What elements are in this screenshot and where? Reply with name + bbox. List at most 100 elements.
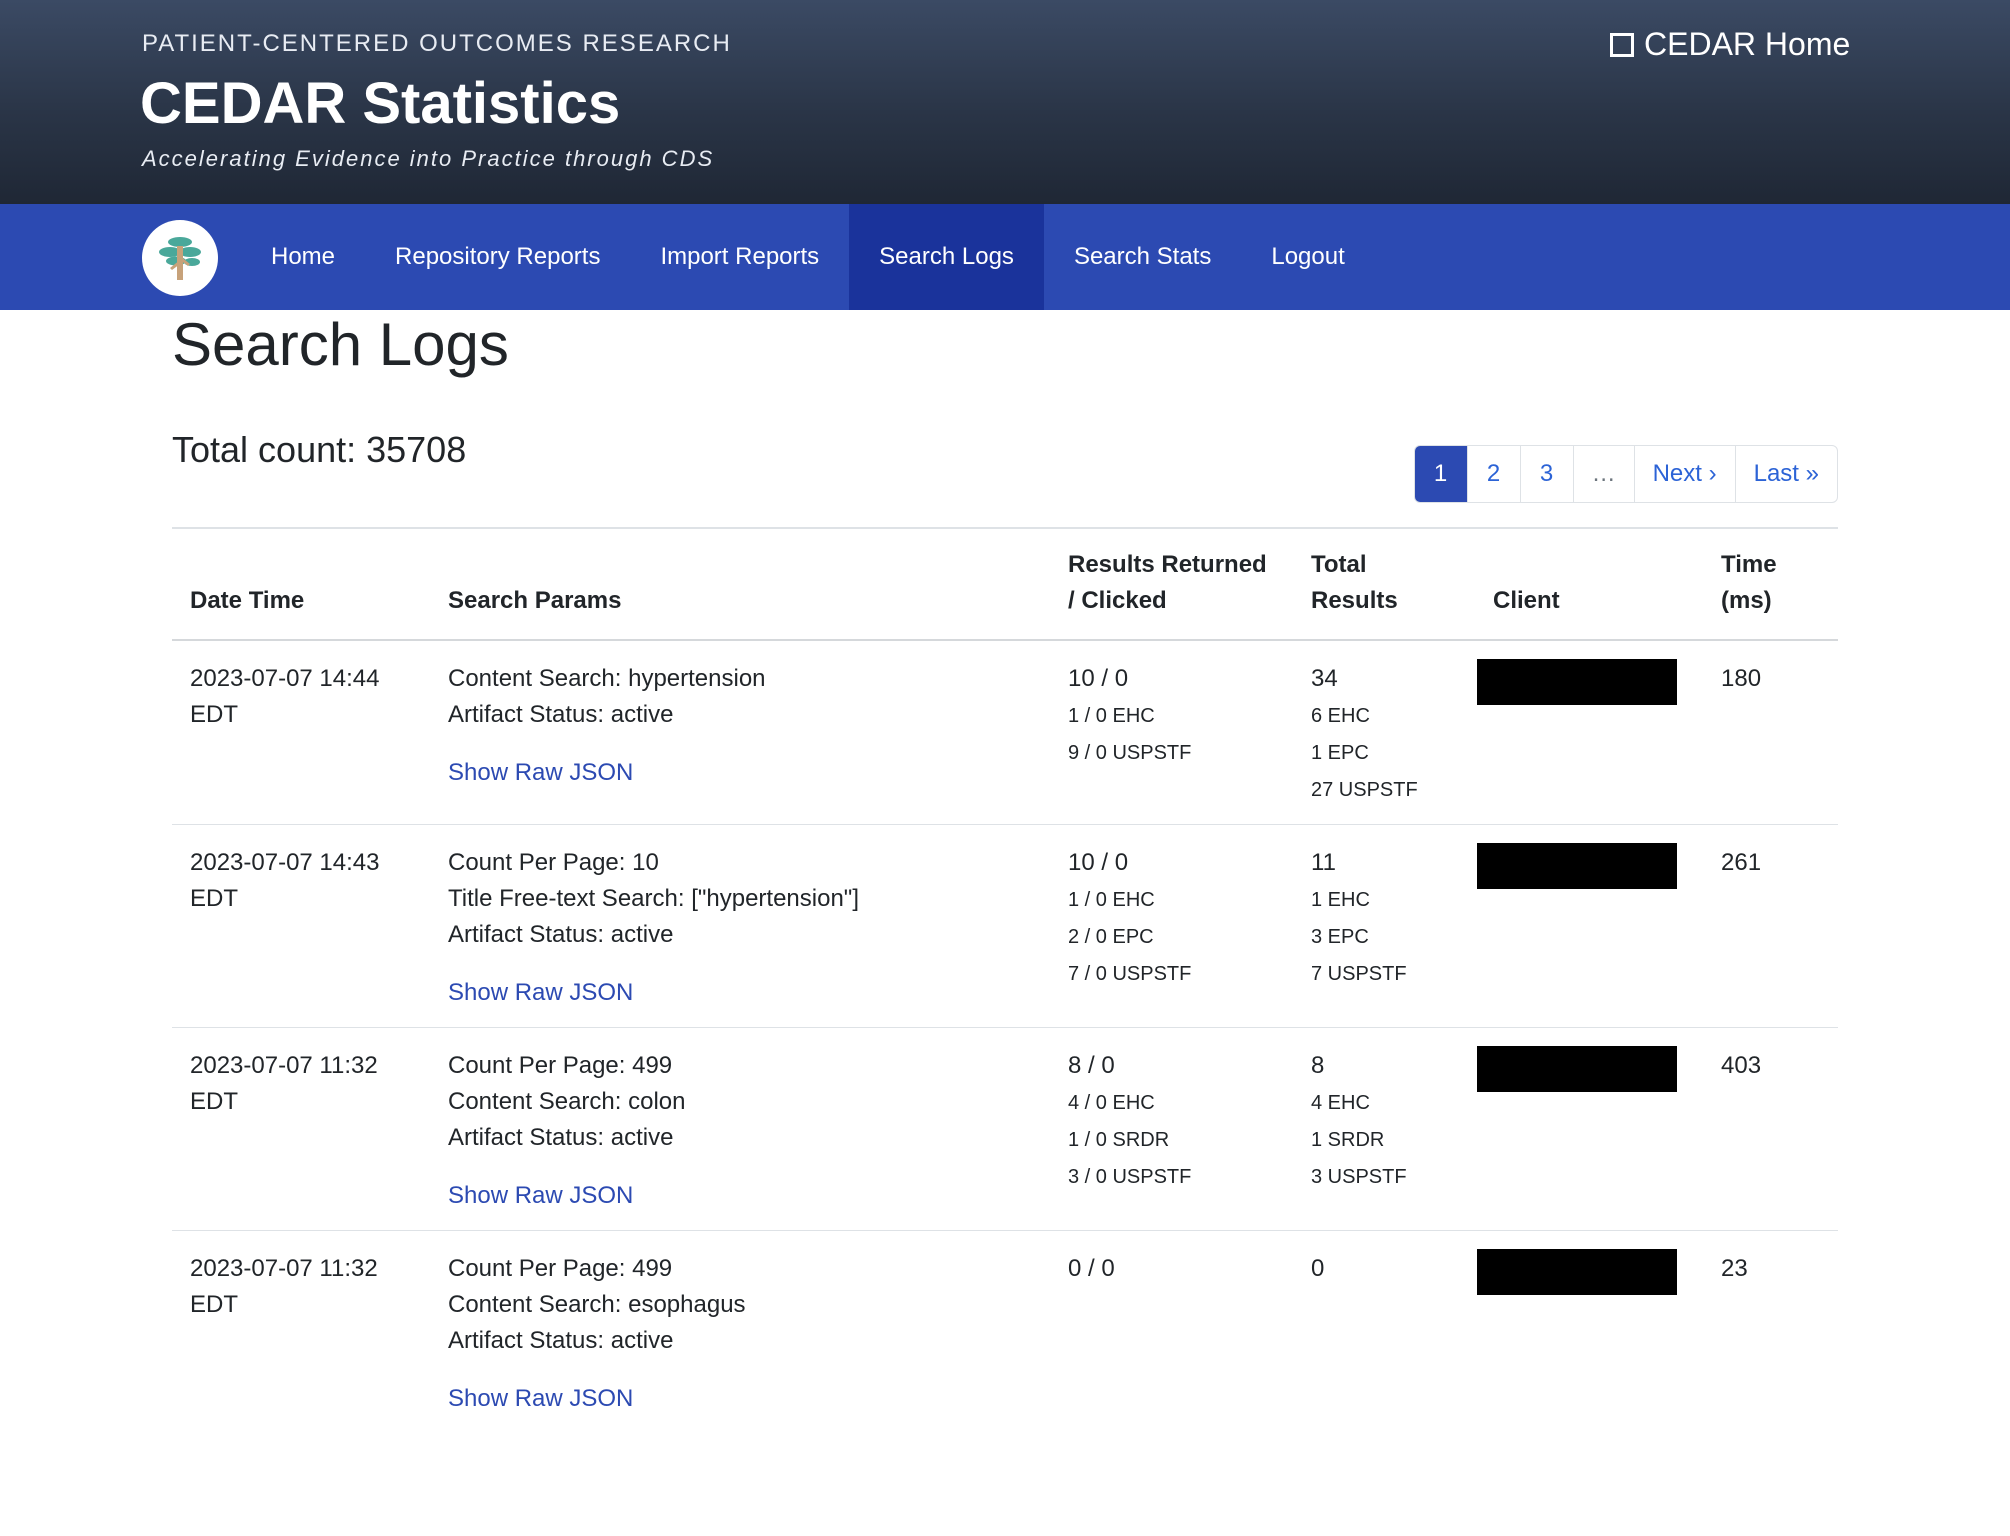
param-line: Artifact Status: active — [448, 1124, 674, 1151]
site-title: CEDAR Statistics — [140, 71, 621, 136]
redacted-client — [1477, 1046, 1677, 1092]
redacted-client — [1477, 659, 1677, 705]
param-line: Content Search: colon — [448, 1088, 686, 1115]
total-breakdown: 1 EPC — [1311, 742, 1369, 764]
cell-total-results: 11 1 EHC 3 EPC 7 USPSTF — [1293, 824, 1475, 1028]
row-timezone: EDT — [190, 701, 238, 728]
returned-breakdown: 7 / 0 USPSTF — [1068, 963, 1192, 985]
cell-date-time: 2023-07-07 11:32 EDT — [172, 1027, 430, 1231]
cell-client — [1475, 1231, 1703, 1434]
param-line: Artifact Status: active — [448, 921, 674, 948]
cell-search-params: Content Search: hypertension Artifact St… — [430, 640, 1050, 825]
cell-total-results: 34 6 EHC 1 EPC 27 USPSTF — [1293, 640, 1475, 825]
cell-client — [1475, 824, 1703, 1028]
param-line: Count Per Page: 499 — [448, 1052, 673, 1079]
cell-time: 23 — [1721, 1255, 1748, 1282]
total-results-value: 11 — [1311, 849, 1336, 876]
returned-breakdown: 4 / 0 EHC — [1068, 1092, 1155, 1114]
param-line: Artifact Status: active — [448, 701, 674, 728]
page-ellipsis: … — [1572, 446, 1634, 502]
header-time-line2: (ms) — [1721, 587, 1772, 614]
total-results-value: 8 — [1311, 1052, 1325, 1079]
nav-repository-reports[interactable]: Repository Reports — [365, 204, 630, 310]
returned-breakdown: 9 / 0 USPSTF — [1068, 742, 1192, 764]
header-total-line2: Results — [1311, 587, 1398, 614]
redacted-client — [1477, 1249, 1677, 1295]
param-line: Content Search: hypertension — [448, 665, 766, 692]
row-date: 2023-07-07 14:44 — [190, 665, 380, 692]
site-tagline: Accelerating Evidence into Practice thro… — [142, 146, 715, 171]
show-raw-json-link[interactable]: Show Raw JSON — [448, 975, 633, 1011]
results-returned-value: 10 / 0 — [1068, 849, 1129, 876]
cedar-tree-logo-icon[interactable] — [142, 220, 218, 296]
cell-search-params: Count Per Page: 499 Content Search: colo… — [430, 1027, 1050, 1231]
param-line: Content Search: esophagus — [448, 1291, 746, 1318]
total-breakdown: 6 EHC — [1311, 705, 1370, 727]
returned-breakdown: 1 / 0 EHC — [1068, 889, 1155, 911]
row-timezone: EDT — [190, 1088, 238, 1115]
nav-logout[interactable]: Logout — [1241, 204, 1374, 310]
header-time: Time (ms) — [1703, 527, 1838, 641]
page-2-button[interactable]: 2 — [1466, 446, 1520, 502]
table-row: 2023-07-07 14:43 EDT Count Per Page: 10 … — [172, 824, 1838, 1028]
cell-time: 180 — [1703, 640, 1838, 825]
show-raw-json-link[interactable]: Show Raw JSON — [448, 1381, 633, 1417]
nav-home[interactable]: Home — [241, 204, 365, 310]
returned-breakdown: 2 / 0 EPC — [1068, 926, 1154, 948]
cell-date-time: 2023-07-07 14:43 EDT — [172, 824, 430, 1028]
nav-items: Home Repository Reports Import Reports S… — [241, 204, 1375, 310]
header-time-line1: Time — [1721, 551, 1777, 578]
header-results-line2: / Clicked — [1068, 587, 1167, 614]
results-returned-value: 0 / 0 — [1068, 1255, 1115, 1282]
table-row: 2023-07-07 14:44 EDT Content Search: hyp… — [172, 640, 1838, 825]
header-total-results: Total Results — [1293, 527, 1475, 641]
total-breakdown: 1 EHC — [1311, 889, 1370, 911]
total-breakdown: 4 EHC — [1311, 1092, 1370, 1114]
header-results-returned: Results Returned / Clicked — [1050, 527, 1293, 641]
total-breakdown: 1 SRDR — [1311, 1129, 1385, 1151]
header-search-params: Search Params — [430, 527, 1050, 641]
next-page-button[interactable]: Next › — [1633, 446, 1735, 502]
redacted-client — [1477, 843, 1677, 889]
cell-client — [1475, 1027, 1703, 1231]
total-results-value: 0 — [1311, 1255, 1325, 1282]
page-1-button[interactable]: 1 — [1414, 446, 1467, 502]
cell-date-time: 2023-07-07 11:32 EDT — [172, 1231, 430, 1434]
nav-import-reports[interactable]: Import Reports — [630, 204, 849, 310]
cedar-home-link[interactable]: CEDAR Home — [1610, 26, 1850, 63]
total-breakdown: 3 EPC — [1311, 926, 1369, 948]
table-header-row: Date Time Search Params Results Returned… — [172, 527, 1838, 641]
row-date: 2023-07-07 14:43 — [190, 849, 380, 876]
nav-search-logs[interactable]: Search Logs — [849, 204, 1044, 310]
page-title: Search Logs — [172, 311, 509, 378]
header-results-line1: Results Returned — [1068, 551, 1267, 578]
cell-client — [1475, 640, 1703, 825]
show-raw-json-link[interactable]: Show Raw JSON — [448, 755, 633, 791]
table-row: 2023-07-07 11:32 EDT Count Per Page: 499… — [172, 1231, 1838, 1434]
cell-results-returned: 0 / 0 — [1050, 1231, 1293, 1434]
cedar-home-label: CEDAR Home — [1644, 26, 1851, 62]
total-results-value: 34 — [1311, 665, 1338, 692]
row-date: 2023-07-07 11:32 — [190, 1255, 378, 1282]
show-raw-json-link[interactable]: Show Raw JSON — [448, 1178, 633, 1214]
cell-date-time: 2023-07-07 14:44 EDT — [172, 640, 430, 825]
total-count: Total count: 35708 — [172, 429, 467, 470]
count-row: Total count: 35708 1 2 3 … Next › Last » — [172, 429, 1838, 527]
returned-breakdown: 1 / 0 EHC — [1068, 705, 1155, 727]
main-content: Search Logs Total count: 35708 1 2 3 … N… — [172, 310, 1838, 1433]
cell-time: 403 — [1703, 1027, 1838, 1231]
param-line: Title Free-text Search: ["hypertension"] — [448, 885, 859, 912]
total-breakdown: 27 USPSTF — [1311, 779, 1418, 801]
page-3-button[interactable]: 3 — [1519, 446, 1573, 502]
returned-breakdown: 3 / 0 USPSTF — [1068, 1166, 1192, 1188]
nav-search-stats[interactable]: Search Stats — [1044, 204, 1241, 310]
results-returned-value: 10 / 0 — [1068, 665, 1129, 692]
cell-search-params: Count Per Page: 499 Content Search: esop… — [430, 1231, 1050, 1434]
last-page-button[interactable]: Last » — [1734, 446, 1837, 502]
header-total-line1: Total — [1311, 551, 1367, 578]
site-header: PATIENT-CENTERED OUTCOMES RESEARCH CEDAR… — [0, 0, 2010, 204]
param-line: Count Per Page: 10 — [448, 849, 659, 876]
total-breakdown: 7 USPSTF — [1311, 963, 1407, 985]
search-logs-table: Date Time Search Params Results Returned… — [172, 527, 1838, 1433]
cell-time: 261 — [1703, 824, 1838, 1028]
